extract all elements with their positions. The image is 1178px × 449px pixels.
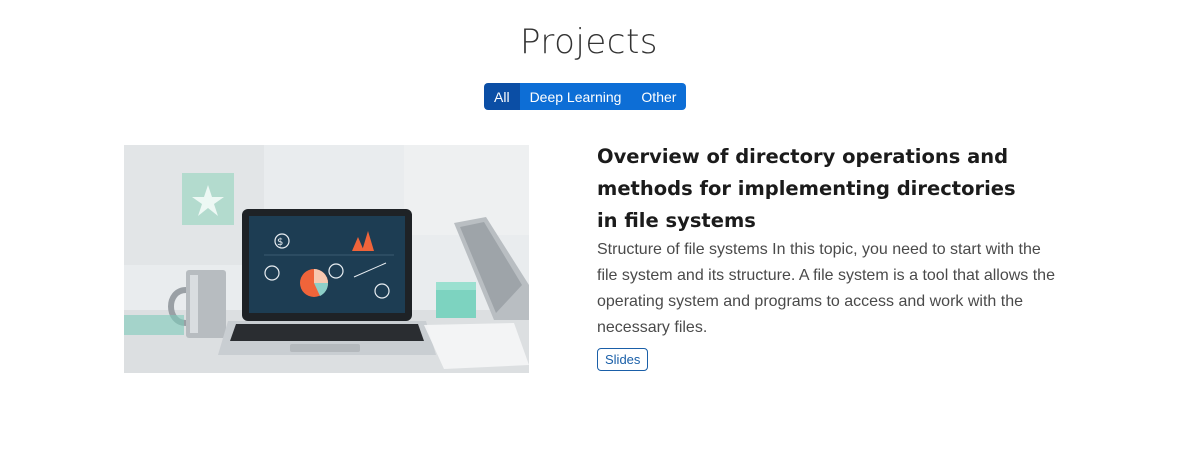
laptop-dashboard-illustration: $ xyxy=(124,145,529,373)
filter-deep-learning-button[interactable]: Deep Learning xyxy=(519,83,632,110)
project-filter-group: All Deep Learning Other xyxy=(484,83,687,110)
slides-link-button[interactable]: Slides xyxy=(597,348,649,371)
project-description: Structure of file systems In this topic,… xyxy=(597,241,1055,336)
project-title: Overview of directory operations and met… xyxy=(597,145,1016,232)
svg-text:$: $ xyxy=(277,237,283,248)
filter-other-button[interactable]: Other xyxy=(631,83,687,110)
project-image: $ xyxy=(124,145,529,373)
filter-all-button[interactable]: All xyxy=(484,83,520,110)
page-title: Projects xyxy=(519,22,659,62)
